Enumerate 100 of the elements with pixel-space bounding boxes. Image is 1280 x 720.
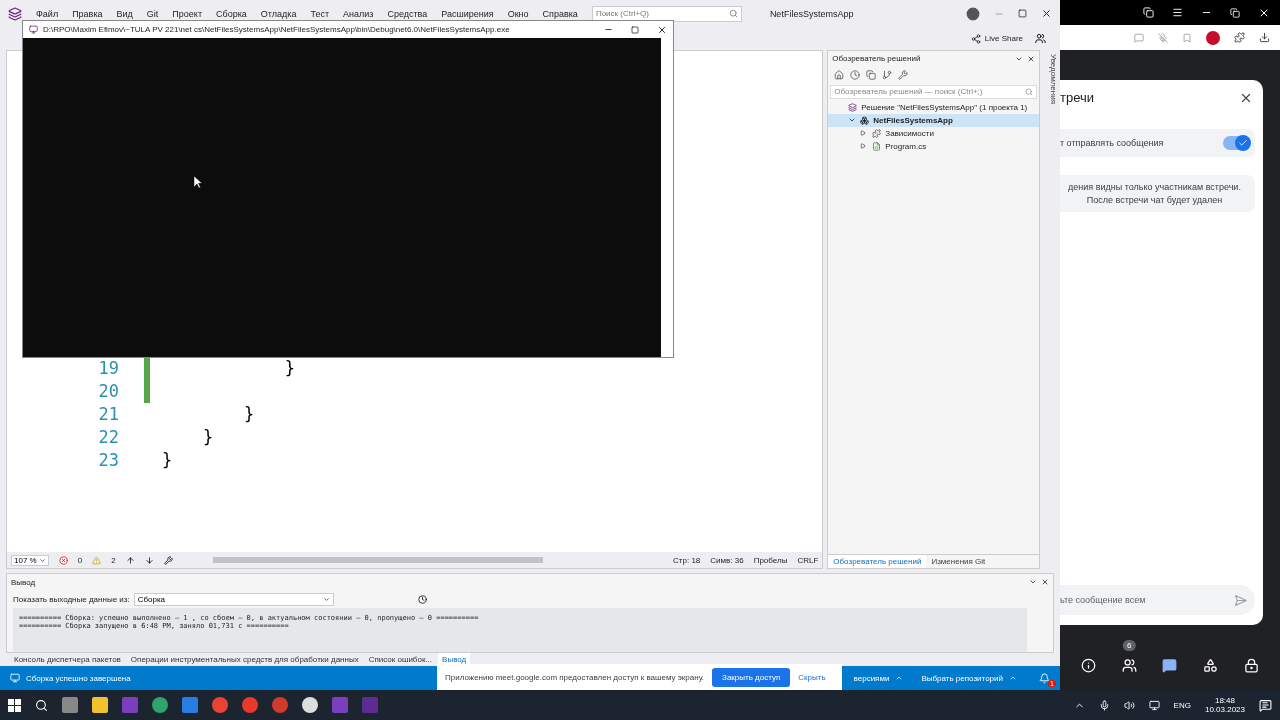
menu-item[interactable]: Вид	[116, 8, 133, 19]
copy-icon[interactable]	[866, 69, 877, 80]
volume-icon[interactable]	[1123, 699, 1135, 711]
lock-icon[interactable]	[1244, 657, 1260, 673]
arrow-down-icon[interactable]	[144, 555, 154, 565]
live-share-button[interactable]: Live Share	[970, 33, 1023, 44]
extension-icon[interactable]	[1206, 30, 1220, 45]
menu-item[interactable]: Окно	[507, 8, 529, 19]
app-logo-icon	[8, 6, 22, 21]
hide-link[interactable]: Скрыть	[798, 672, 826, 682]
project-icon	[860, 115, 870, 125]
stop-sharing-button[interactable]: Закрыть доступ	[712, 667, 791, 687]
zoom-dropdown[interactable]: 107 %	[11, 554, 49, 566]
panel-tab[interactable]: Изменения Git	[926, 555, 991, 569]
caret-icon	[38, 556, 46, 564]
panel-tab[interactable]: Консоль диспетчера пакетов	[10, 653, 125, 667]
search-field[interactable]: Обозреватель решений — поиск (Ctrl+;)	[830, 84, 1038, 99]
share-message: Приложению meet.google.com предоставлен доступ к вашему экрану.	[445, 672, 705, 682]
menu-item[interactable]: Правка	[72, 8, 103, 19]
code-line: }	[283, 358, 296, 379]
menu-item[interactable]: Тест	[310, 8, 330, 19]
search-icon	[1025, 87, 1034, 96]
console-app-icon	[29, 25, 38, 34]
network-icon[interactable]	[1148, 699, 1160, 711]
menu-item[interactable]: Расширения	[441, 8, 494, 19]
menu-item[interactable]: Git	[146, 8, 159, 19]
info-icon[interactable]	[1080, 657, 1096, 673]
clock-date: 10.03.2023	[1204, 705, 1245, 714]
menu-item[interactable]: Отладка	[260, 8, 297, 19]
solution-name: NetFilesSystemsApp	[769, 8, 854, 19]
search-field[interactable]: Поиск (Ctrl+Q)	[591, 5, 742, 22]
windows-logo-icon[interactable]	[8, 698, 21, 712]
line-ending-indicator: CRLF	[797, 555, 819, 565]
toggle-switch[interactable]	[1223, 136, 1249, 150]
panel-title: Обозреватель решений	[832, 54, 921, 64]
menu-item[interactable]: Проект	[172, 8, 202, 19]
warning-icon	[92, 555, 102, 565]
notifications-tab[interactable]: Уведомления	[1048, 53, 1058, 570]
menu-item[interactable]: Анализ	[343, 8, 374, 19]
status-message: Сборка успешно завершена	[26, 673, 131, 683]
language-indicator[interactable]: ENG	[1173, 700, 1191, 710]
menu-icon[interactable]	[1172, 7, 1183, 18]
panel-tab[interactable]: Список ошибок...	[364, 653, 437, 667]
account-avatar[interactable]	[966, 6, 980, 21]
horizontal-scrollbar[interactable]	[212, 557, 543, 564]
tabs-icon[interactable]	[1143, 7, 1154, 18]
history-icon[interactable]	[850, 69, 861, 80]
mouse-pointer-icon	[194, 176, 202, 188]
clock-time: 18:48	[1214, 696, 1235, 705]
maximize-icon[interactable]	[631, 25, 639, 34]
chat-icon[interactable]	[1162, 657, 1178, 673]
line-indicator: Стр: 18	[673, 555, 701, 565]
menu-item[interactable]: Файл	[36, 8, 59, 19]
tree-item[interactable]: NetFilesSystemsApp	[828, 113, 1040, 127]
activities-icon[interactable]	[1203, 657, 1219, 673]
bell-icon[interactable]	[1039, 672, 1050, 684]
panel-tab[interactable]: Операции инструментальных средств для обработки данных	[126, 653, 363, 667]
menu-item[interactable]: Сборка	[216, 8, 247, 19]
source-control-menu[interactable]: версиями	[853, 673, 890, 683]
tree-item[interactable]: Решение "NetFilesSystemsApp" (1 проекта 1)	[828, 100, 1040, 114]
close-icon[interactable]	[1027, 54, 1036, 63]
repository-menu[interactable]: Выбрать репозиторий	[921, 673, 1003, 683]
maximize-icon[interactable]	[1018, 9, 1027, 19]
wrench-icon[interactable]	[898, 69, 909, 80]
line-number: 23	[97, 450, 119, 471]
caret-icon[interactable]	[895, 674, 904, 682]
code-line: }	[201, 427, 214, 448]
toggle-label: т отправлять сообщения	[1060, 138, 1164, 148]
close-icon[interactable]	[1041, 8, 1052, 20]
tree-item[interactable]: Зависимости	[828, 126, 1040, 140]
extensions-icon[interactable]	[1234, 32, 1245, 43]
close-icon[interactable]	[1041, 578, 1049, 587]
panel-title: Вывод	[11, 577, 36, 587]
mic-icon[interactable]	[1098, 699, 1110, 711]
error-count: 0	[77, 555, 83, 565]
menu-item[interactable]: Справка	[542, 8, 578, 19]
message-input[interactable]: ьте сообщение всем	[1060, 585, 1255, 615]
download-icon[interactable]	[1259, 32, 1270, 43]
chat-title: тречи	[1060, 90, 1095, 105]
close-icon[interactable]	[657, 24, 667, 35]
share-icon	[970, 33, 981, 44]
participant-count: 6	[1122, 639, 1136, 651]
tree-item[interactable]: Program.cs	[828, 139, 1040, 153]
restore-icon[interactable]	[1230, 7, 1240, 18]
arrow-up-icon[interactable]	[125, 555, 135, 565]
code-line: }	[242, 404, 255, 425]
dependencies-icon	[872, 128, 882, 138]
caret-icon[interactable]	[1009, 674, 1017, 682]
clock-icon[interactable]	[417, 594, 427, 604]
line-number: 19	[97, 358, 119, 379]
line-number: 21	[97, 404, 119, 425]
branch-icon[interactable]	[882, 69, 893, 80]
panel-tab[interactable]: Обозреватель решений	[828, 555, 927, 569]
home-icon[interactable]	[834, 69, 845, 80]
search-icon[interactable]	[35, 698, 48, 712]
output-source-dropdown[interactable]: Сборка	[133, 592, 334, 606]
status-icon	[10, 673, 20, 683]
menu-item[interactable]: Средства	[387, 8, 428, 19]
caret-icon	[322, 595, 330, 603]
notifications-icon[interactable]	[1259, 698, 1272, 712]
